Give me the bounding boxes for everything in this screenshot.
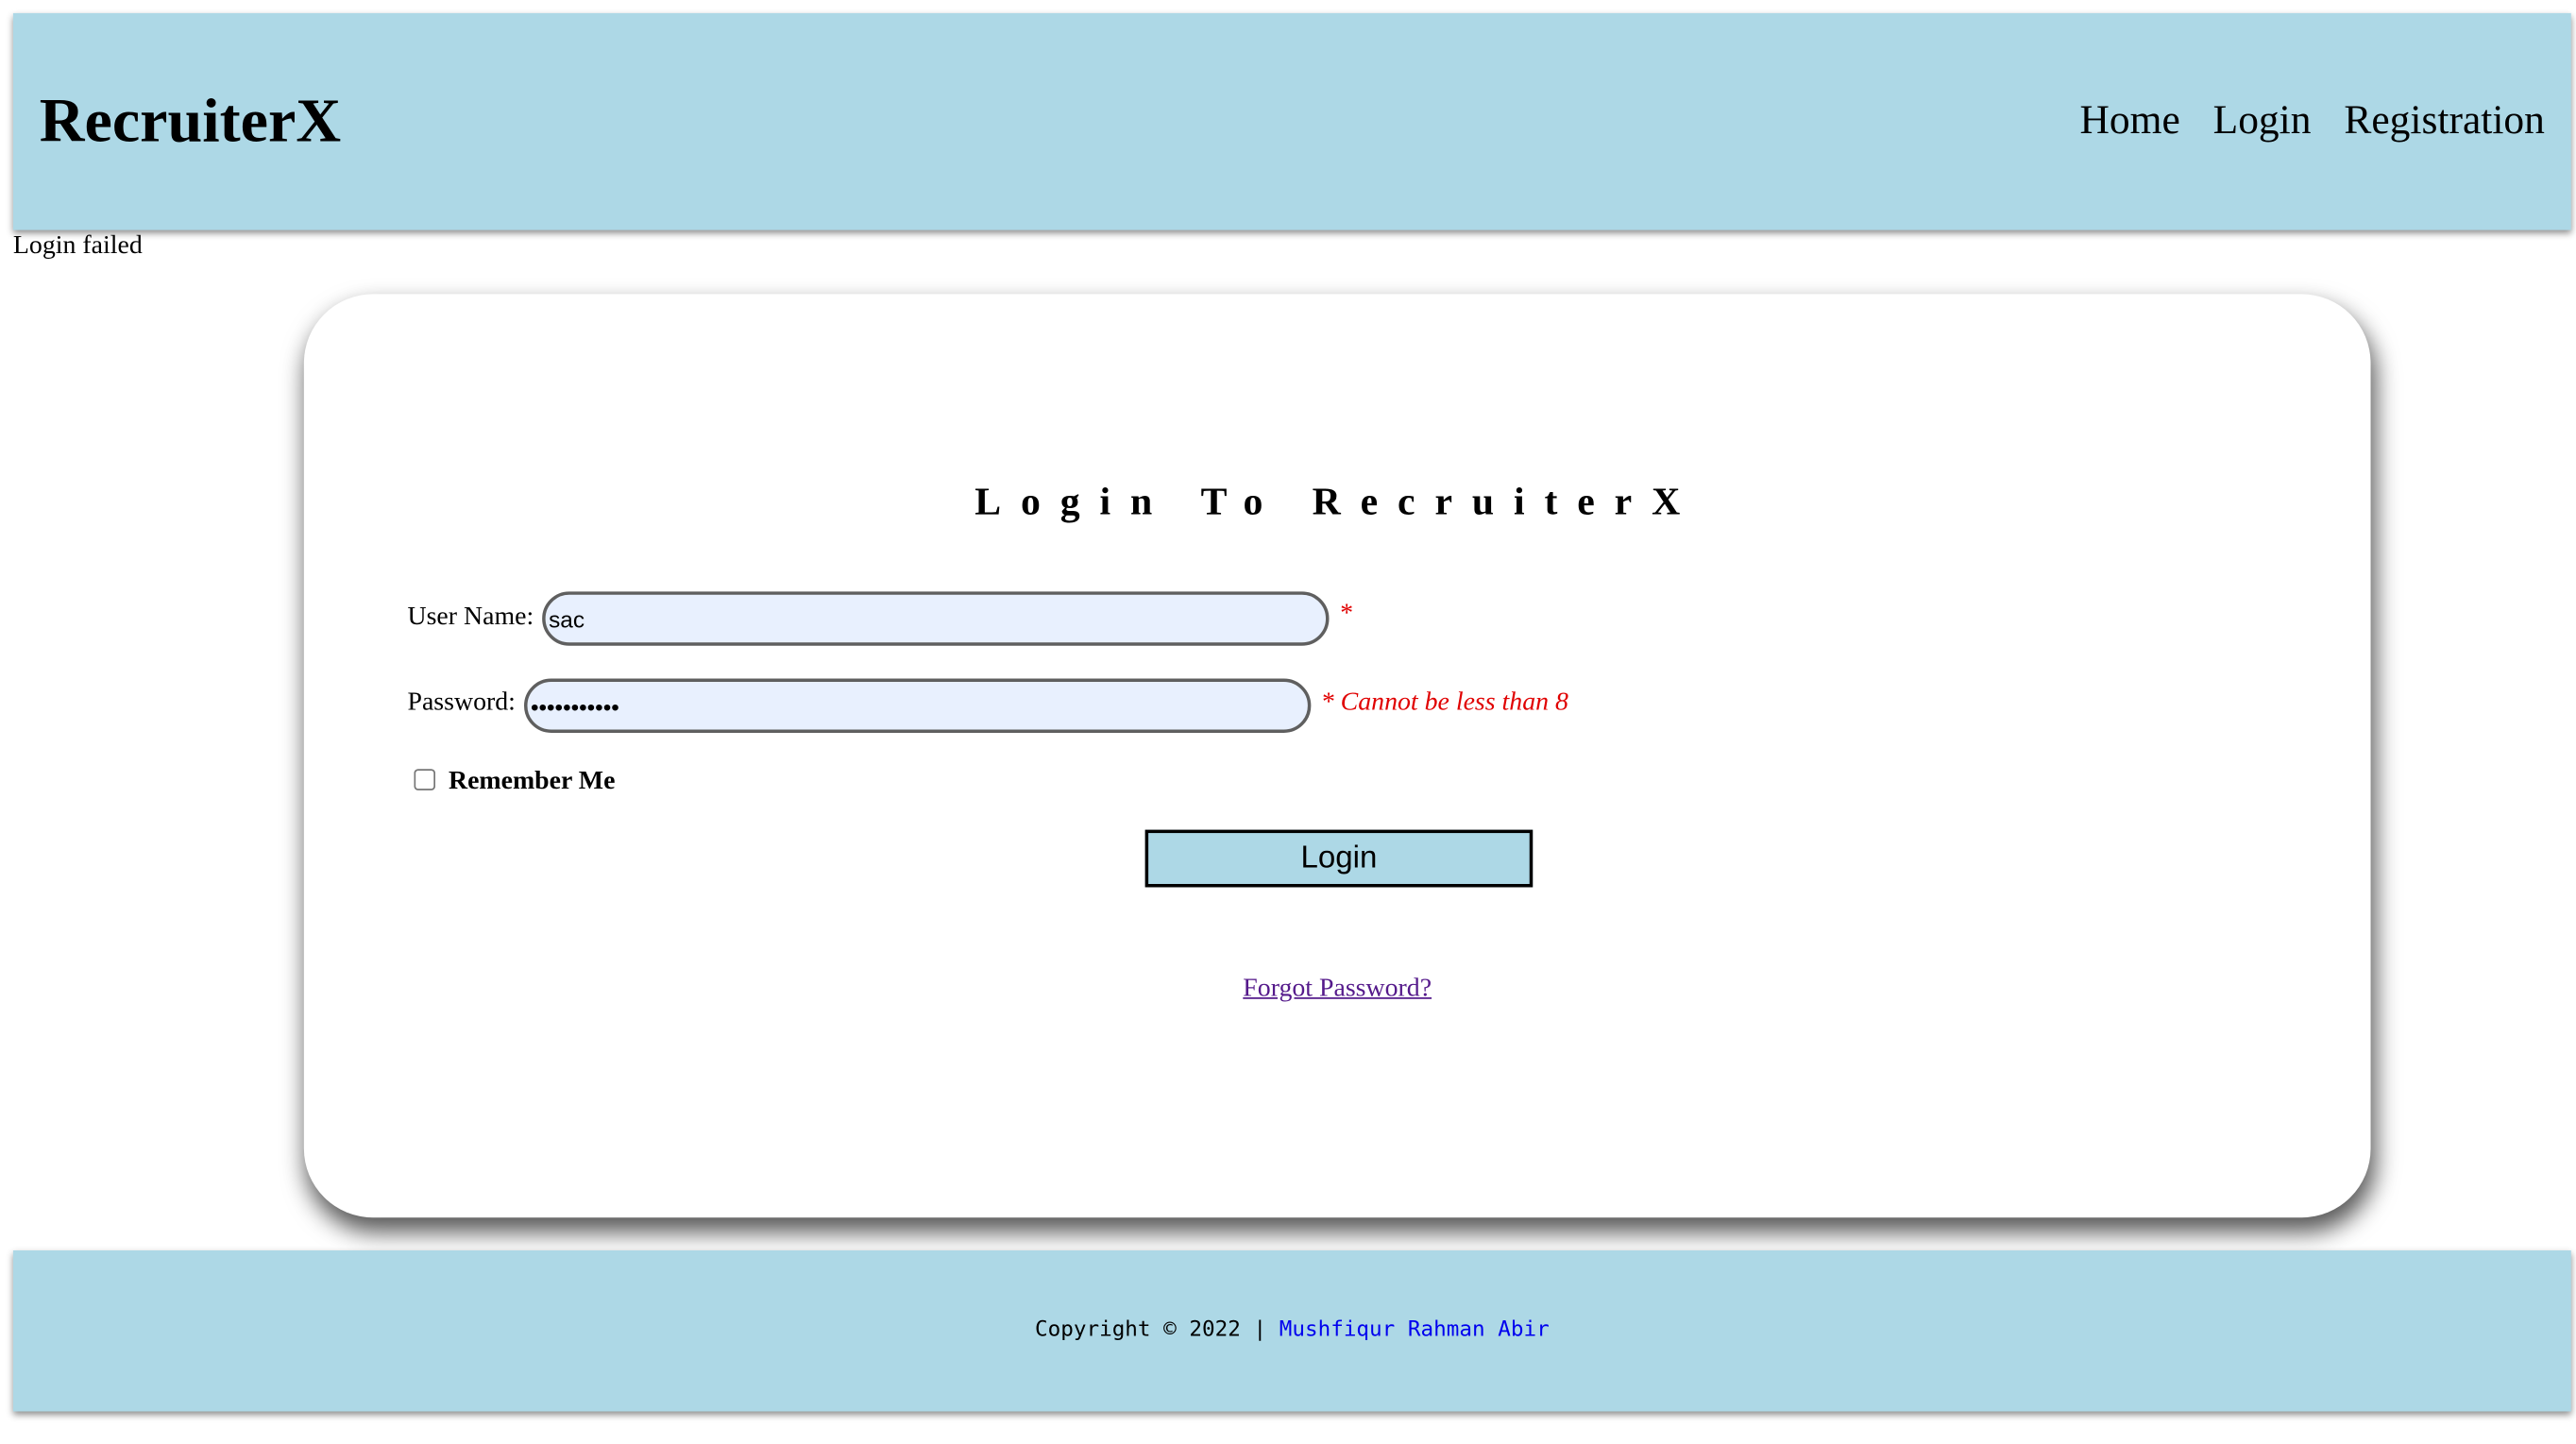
forgot-password-link[interactable]: Forgot Password? [0,973,2576,1006]
login-title: Login To RecruiterX [974,481,1701,524]
login-card [303,294,2371,1218]
main-nav: Home Login Registration [2080,95,2545,148]
username-required-mark: * [1338,600,1352,628]
password-label: Password: [407,688,516,717]
username-input[interactable] [542,591,1330,646]
footer-copyright: Copyright © 2022 | Mushfiqur Rahman Abir [13,1317,2571,1346]
page: RecruiterX Home Login Registration Login… [0,0,2576,1444]
author-link[interactable]: Mushfiqur Rahman Abir [1280,1317,1550,1342]
site-header: RecruiterX Home Login Registration [12,12,2571,230]
copyright-text: Copyright © 2022 | [1034,1317,1267,1343]
remember-me-checkbox[interactable] [414,769,436,790]
nav-registration-link[interactable]: Registration [2344,95,2545,148]
site-footer: Copyright © 2022 | Mushfiqur Rahman Abir [12,1249,2571,1412]
remember-me-label[interactable]: Remember Me [449,766,615,799]
login-button[interactable]: Login [1144,829,1534,888]
password-error-message: * Cannot be less than 8 [1320,688,1568,717]
nav-home-link[interactable]: Home [2080,95,2180,148]
username-label: User Name: [407,603,534,632]
brand-logo[interactable]: RecruiterX [40,85,341,158]
password-input[interactable] [523,678,1312,733]
nav-login-link[interactable]: Login [2213,95,2312,148]
login-status-message: Login failed [12,231,143,260]
